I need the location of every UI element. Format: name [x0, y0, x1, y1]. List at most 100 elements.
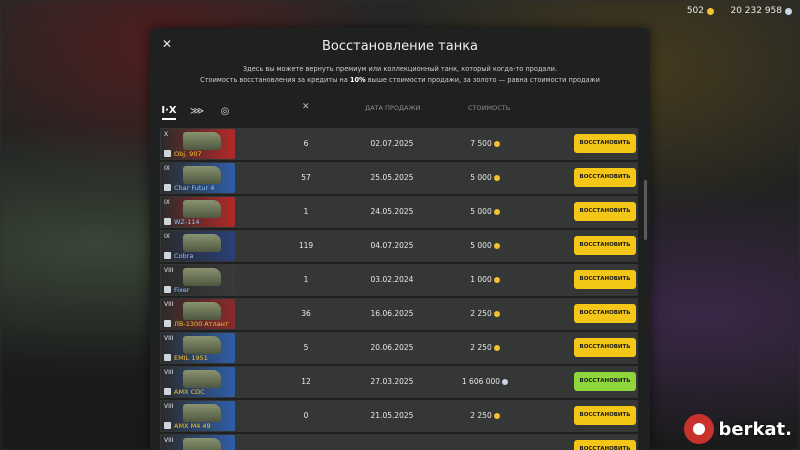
- mastery-badge-icon: [164, 218, 171, 225]
- tank-image: [183, 268, 221, 286]
- tank-name: EMIL 1951: [174, 354, 208, 362]
- watermark-text: berkat.: [718, 418, 792, 440]
- table-row: VIII ВОССТАНОВИТЬ: [160, 434, 638, 450]
- desc-text-c: выше стоимости продажи, за золото — равн…: [365, 76, 600, 84]
- tank-name: Obj. 907: [174, 150, 202, 158]
- gold-amount: 502: [686, 6, 704, 16]
- mastery-badge-icon: [164, 388, 171, 395]
- tank-card: VIII Fixer: [161, 265, 235, 295]
- credits-amount: 20 232 958: [730, 6, 782, 16]
- dialog-title: Восстановление танка: [321, 39, 479, 54]
- tank-tier: X: [164, 131, 169, 138]
- sale-date: 04.07.2025: [370, 241, 414, 250]
- restore-button[interactable]: ВОССТАНОВИТЬ: [574, 304, 636, 323]
- battles-count: 36: [301, 309, 311, 318]
- tank-tier: VIII: [164, 369, 174, 376]
- restore-button[interactable]: ВОССТАНОВИТЬ: [574, 338, 636, 357]
- restore-button[interactable]: ВОССТАНОВИТЬ: [574, 202, 636, 221]
- tank-name: AMX CDC: [174, 388, 205, 396]
- restore-button[interactable]: ВОССТАНОВИТЬ: [574, 406, 636, 425]
- tank-card: IX WZ-114: [161, 197, 235, 227]
- tank-list: X Obj. 907 6 02.07.2025 7 500 ВОССТАНОВИ…: [160, 128, 638, 450]
- tank-image: [183, 200, 221, 218]
- tank-name: Char Futur 4: [174, 184, 215, 192]
- tier-filter-icon[interactable]: I·X: [161, 103, 177, 120]
- cost-value: 5 000: [470, 173, 492, 182]
- table-row: IX WZ-114 1 24.05.2025 5 000 ВОССТАНОВИТ…: [160, 196, 638, 228]
- restore-button[interactable]: ВОССТАНОВИТЬ: [574, 372, 636, 391]
- column-cost[interactable]: СТОИМОСТЬ: [468, 104, 510, 112]
- gold-balance: 502: [687, 6, 714, 16]
- berkat-logo-icon: [684, 414, 715, 444]
- restore-cost: 1 000: [445, 264, 525, 296]
- tank-name: ЛВ-1300 Атлант: [174, 320, 229, 328]
- sale-date: 24.05.2025: [370, 207, 414, 216]
- tank-name: WZ-114: [174, 218, 200, 226]
- gold-coin-icon: [493, 413, 500, 419]
- tank-card: VIII EMIL 1951: [161, 333, 235, 363]
- cost-value: 7 500: [470, 139, 492, 148]
- gold-coin-icon: [493, 209, 500, 215]
- tank-tier: VIII: [164, 267, 174, 274]
- desc-percent: 10%: [349, 76, 366, 84]
- tank-image: [183, 166, 221, 184]
- cost-value: 2 250: [470, 309, 492, 318]
- mastery-badge-icon: [164, 150, 171, 157]
- desc-text-a: Стоимость восстановления за кредиты на: [200, 76, 350, 84]
- battles-count: 1: [303, 207, 309, 216]
- dialog-description: Здесь вы можете вернуть премиум или колл…: [150, 64, 650, 86]
- nation-filter-icon[interactable]: ◎: [218, 105, 232, 119]
- restore-button[interactable]: ВОССТАНОВИТЬ: [574, 168, 636, 187]
- table-row: VIII ЛВ-1300 Атлант 36 16.06.2025 2 250 …: [160, 298, 638, 330]
- gold-coin-icon: [493, 141, 500, 147]
- restore-button[interactable]: ВОССТАНОВИТЬ: [574, 440, 636, 450]
- sale-date: 02.07.2025: [370, 139, 414, 148]
- credits-coin-icon: [785, 7, 792, 15]
- tank-image: [183, 234, 221, 252]
- credits-coin-icon: [502, 379, 509, 385]
- tank-image: [183, 370, 221, 388]
- tank-tier: IX: [164, 165, 170, 172]
- restore-tank-dialog: ✕ Восстановление танка Здесь вы можете в…: [150, 28, 650, 450]
- battles-count: 57: [301, 173, 311, 182]
- cost-value: 5 000: [470, 207, 492, 216]
- restore-cost: 5 000: [445, 162, 525, 194]
- table-row: VIII AMX CDC 12 27.03.2025 1 606 000 ВОС…: [160, 366, 638, 398]
- tank-card: VIII: [161, 435, 235, 450]
- sale-date: 27.03.2025: [370, 377, 414, 386]
- battles-count: 5: [303, 343, 309, 352]
- tank-tier: VIII: [164, 437, 174, 444]
- tank-name: Fixer: [174, 286, 190, 294]
- tank-tier: VIII: [164, 403, 174, 410]
- restore-button[interactable]: ВОССТАНОВИТЬ: [574, 270, 636, 289]
- restore-button[interactable]: ВОССТАНОВИТЬ: [574, 236, 636, 255]
- restore-button[interactable]: ВОССТАНОВИТЬ: [574, 134, 636, 153]
- battles-count: 0: [303, 411, 309, 420]
- mastery-badge-icon: [164, 354, 171, 361]
- column-sale-date[interactable]: ДАТА ПРОДАЖИ: [365, 104, 420, 112]
- column-battles-icon[interactable]: ✕: [302, 102, 310, 112]
- sale-date: [357, 434, 427, 450]
- tank-tier: IX: [164, 233, 170, 240]
- gold-coin-icon: [493, 345, 500, 351]
- mastery-badge-icon: [164, 184, 171, 191]
- gold-coin-icon: [707, 7, 714, 15]
- tank-card: VIII AMX M4 49: [161, 401, 235, 431]
- restore-cost: 5 000: [445, 196, 525, 228]
- tank-tier: IX: [164, 199, 170, 206]
- sale-date: 20.06.2025: [370, 343, 414, 352]
- filter-bar: I·X ⋙ ◎: [161, 103, 232, 120]
- table-row: X Obj. 907 6 02.07.2025 7 500 ВОССТАНОВИ…: [160, 128, 638, 160]
- gold-coin-icon: [493, 311, 500, 317]
- scrollbar[interactable]: [644, 180, 647, 240]
- restore-cost: 5 000: [445, 230, 525, 262]
- tank-image: [183, 438, 221, 450]
- restore-cost: 2 250: [445, 298, 525, 330]
- tank-image: [183, 132, 221, 150]
- tank-type-filter-icon[interactable]: ⋙: [190, 105, 204, 119]
- mastery-badge-icon: [164, 422, 171, 429]
- restore-cost: 1 606 000: [445, 366, 525, 398]
- tank-tier: VIII: [164, 301, 174, 308]
- gold-coin-icon: [493, 175, 500, 181]
- battles-count: 6: [303, 139, 309, 148]
